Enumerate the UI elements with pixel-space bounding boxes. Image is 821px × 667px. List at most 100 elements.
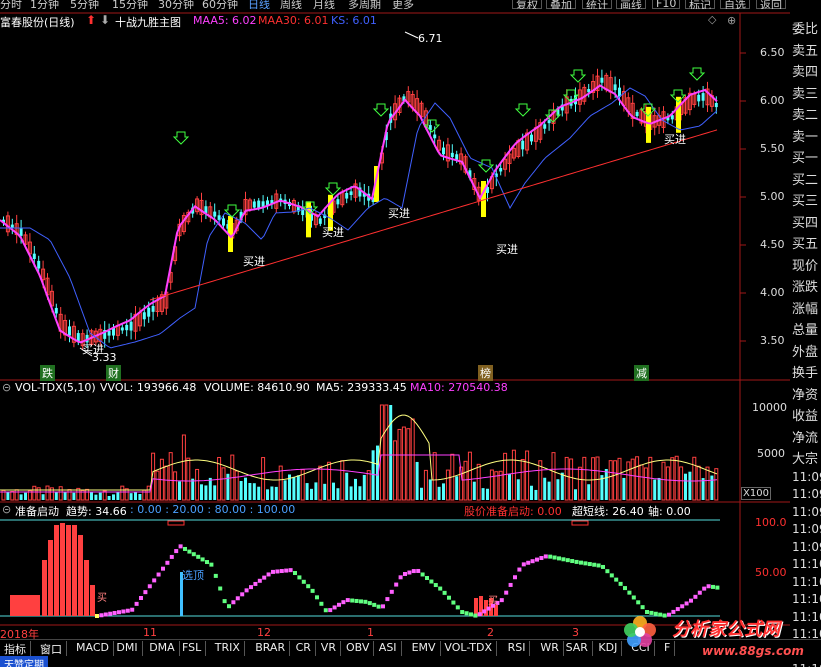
indicator-dot [455, 605, 460, 610]
volume-bar [146, 485, 151, 501]
buy-signal-label: 买进 [496, 243, 518, 256]
volume-bar [455, 476, 459, 500]
indicator-tab[interactable]: TRIX [211, 641, 245, 656]
chevron-down-icon[interactable]: ⬇ [100, 13, 110, 27]
arrow-up-icon[interactable]: ⬆ [86, 13, 96, 27]
ks-line [0, 87, 718, 349]
indicator-dot [574, 559, 579, 564]
indicator-dot [200, 557, 205, 562]
quote-row-label: 涨跌 [792, 280, 819, 295]
candlestick-chart[interactable] [0, 0, 790, 640]
indicator-dot [473, 613, 478, 618]
indicator-dot [411, 569, 416, 574]
event-badge-list[interactable]: 榜 [478, 365, 493, 381]
volume-bar [582, 456, 587, 501]
indicator-tab[interactable]: DMA [145, 641, 180, 656]
down-arrow-icon [324, 182, 342, 196]
volume-bar [534, 489, 538, 500]
formula-label[interactable]: 十战九胜主图 [115, 14, 181, 30]
volume-bar [248, 483, 252, 500]
indicator-tab[interactable]: VOL-TDX [440, 641, 497, 656]
volume-bar [639, 464, 644, 501]
quote-row-label: 外盘 [792, 344, 819, 360]
down-arrow-icon [172, 131, 190, 145]
indicator-dot [601, 564, 605, 569]
indicator-tab[interactable]: F [660, 641, 676, 656]
indicator-tab[interactable]: EMV [408, 641, 441, 656]
status-left-label[interactable]: 天赞定期 [0, 656, 48, 667]
indicator-tab[interactable]: ASI [375, 641, 402, 656]
volume-bar [191, 478, 195, 500]
indicator-tab[interactable]: KDJ [594, 641, 623, 656]
indicator-dot [605, 569, 610, 574]
indicator-dot [332, 605, 337, 610]
candle-body [336, 199, 340, 205]
volume-bar [340, 460, 345, 501]
volume-title[interactable]: VOL-TDX(5,10) [15, 381, 96, 394]
buy-mark-label: 买 [97, 593, 107, 604]
indicator-dot [425, 576, 429, 580]
zoom-icon[interactable]: ⊕ [727, 14, 736, 27]
indicator-tab[interactable]: MACD [72, 641, 114, 656]
indicator-dot [315, 595, 319, 600]
volume-bar [358, 486, 362, 500]
indicator-dot [539, 556, 544, 561]
indicator-dot [244, 588, 249, 593]
ready-label: 股价准备启动: 0.00 [464, 505, 562, 518]
indicator-dot [711, 584, 715, 589]
indicator-dot [341, 600, 346, 605]
axis-label: 轴: 0.00 [648, 505, 691, 518]
diamond-icon[interactable]: ◇ [708, 13, 716, 26]
volume-bar [234, 470, 239, 501]
high-pointer [404, 31, 419, 39]
indicator-dot [257, 578, 262, 583]
indicator-tab[interactable]: 窗口 [36, 641, 67, 656]
indicator-dot [631, 595, 636, 600]
indicator-tab[interactable]: OBV [342, 641, 375, 656]
volume-bar [318, 465, 323, 501]
indicator-dot [464, 611, 469, 616]
indicator-tab[interactable]: WR [536, 641, 564, 656]
indicator-dot [117, 610, 121, 615]
volume-bar [10, 490, 15, 501]
volume-value-label: VOLUME: 84610.90 [204, 381, 310, 394]
indicator-dot [235, 596, 240, 601]
ma5-label: MAA5: 6.02 [193, 14, 257, 27]
indicator-tab[interactable]: RSI [504, 641, 531, 656]
indicator-tab[interactable]: SAR [562, 641, 593, 656]
indicator-tab[interactable]: CR [292, 641, 316, 656]
indicator-tab[interactable]: VR [317, 641, 341, 656]
indicator-tab[interactable]: DMI [112, 641, 143, 656]
candle-body [68, 326, 71, 336]
volume-bar [696, 465, 701, 501]
volume-bar [54, 491, 58, 500]
volume-bar [657, 477, 661, 500]
volume-bar [608, 460, 613, 501]
indicator-title[interactable]: 准备启动 [15, 503, 59, 519]
volume-bar [63, 491, 67, 500]
event-badge-drop[interactable]: 跌 [40, 365, 55, 381]
volume-bar [283, 480, 287, 500]
volume-bar [19, 494, 23, 500]
indicator-dot [715, 585, 720, 590]
indicator-dot [684, 601, 689, 606]
indicator-dot [279, 569, 284, 574]
indicator-red-bar [54, 525, 59, 616]
chevron-down-icon[interactable]: ⊝ [2, 503, 11, 516]
vol-ma10-label: MA10: 270540.38 [410, 381, 508, 394]
volume-bar [692, 456, 697, 501]
volume-bar [24, 492, 27, 500]
indicator-tab[interactable]: 指标 [0, 641, 31, 656]
indicator-tab[interactable]: BRAR [251, 641, 291, 656]
indicator-tab[interactable]: FSL [178, 641, 207, 656]
chevron-down-icon[interactable]: ⊝ [2, 381, 11, 394]
date-label: 12 [257, 626, 271, 639]
volume-bar [577, 466, 582, 501]
buy-signal-label: 买进 [82, 343, 104, 356]
indicator-red-bar [48, 540, 53, 616]
volume-tick: 5000 [757, 447, 785, 460]
volume-bar [168, 452, 173, 501]
event-badge-reduce[interactable]: 减 [634, 365, 649, 381]
volume-bar [164, 465, 169, 501]
event-badge-finance[interactable]: 财 [106, 365, 121, 381]
